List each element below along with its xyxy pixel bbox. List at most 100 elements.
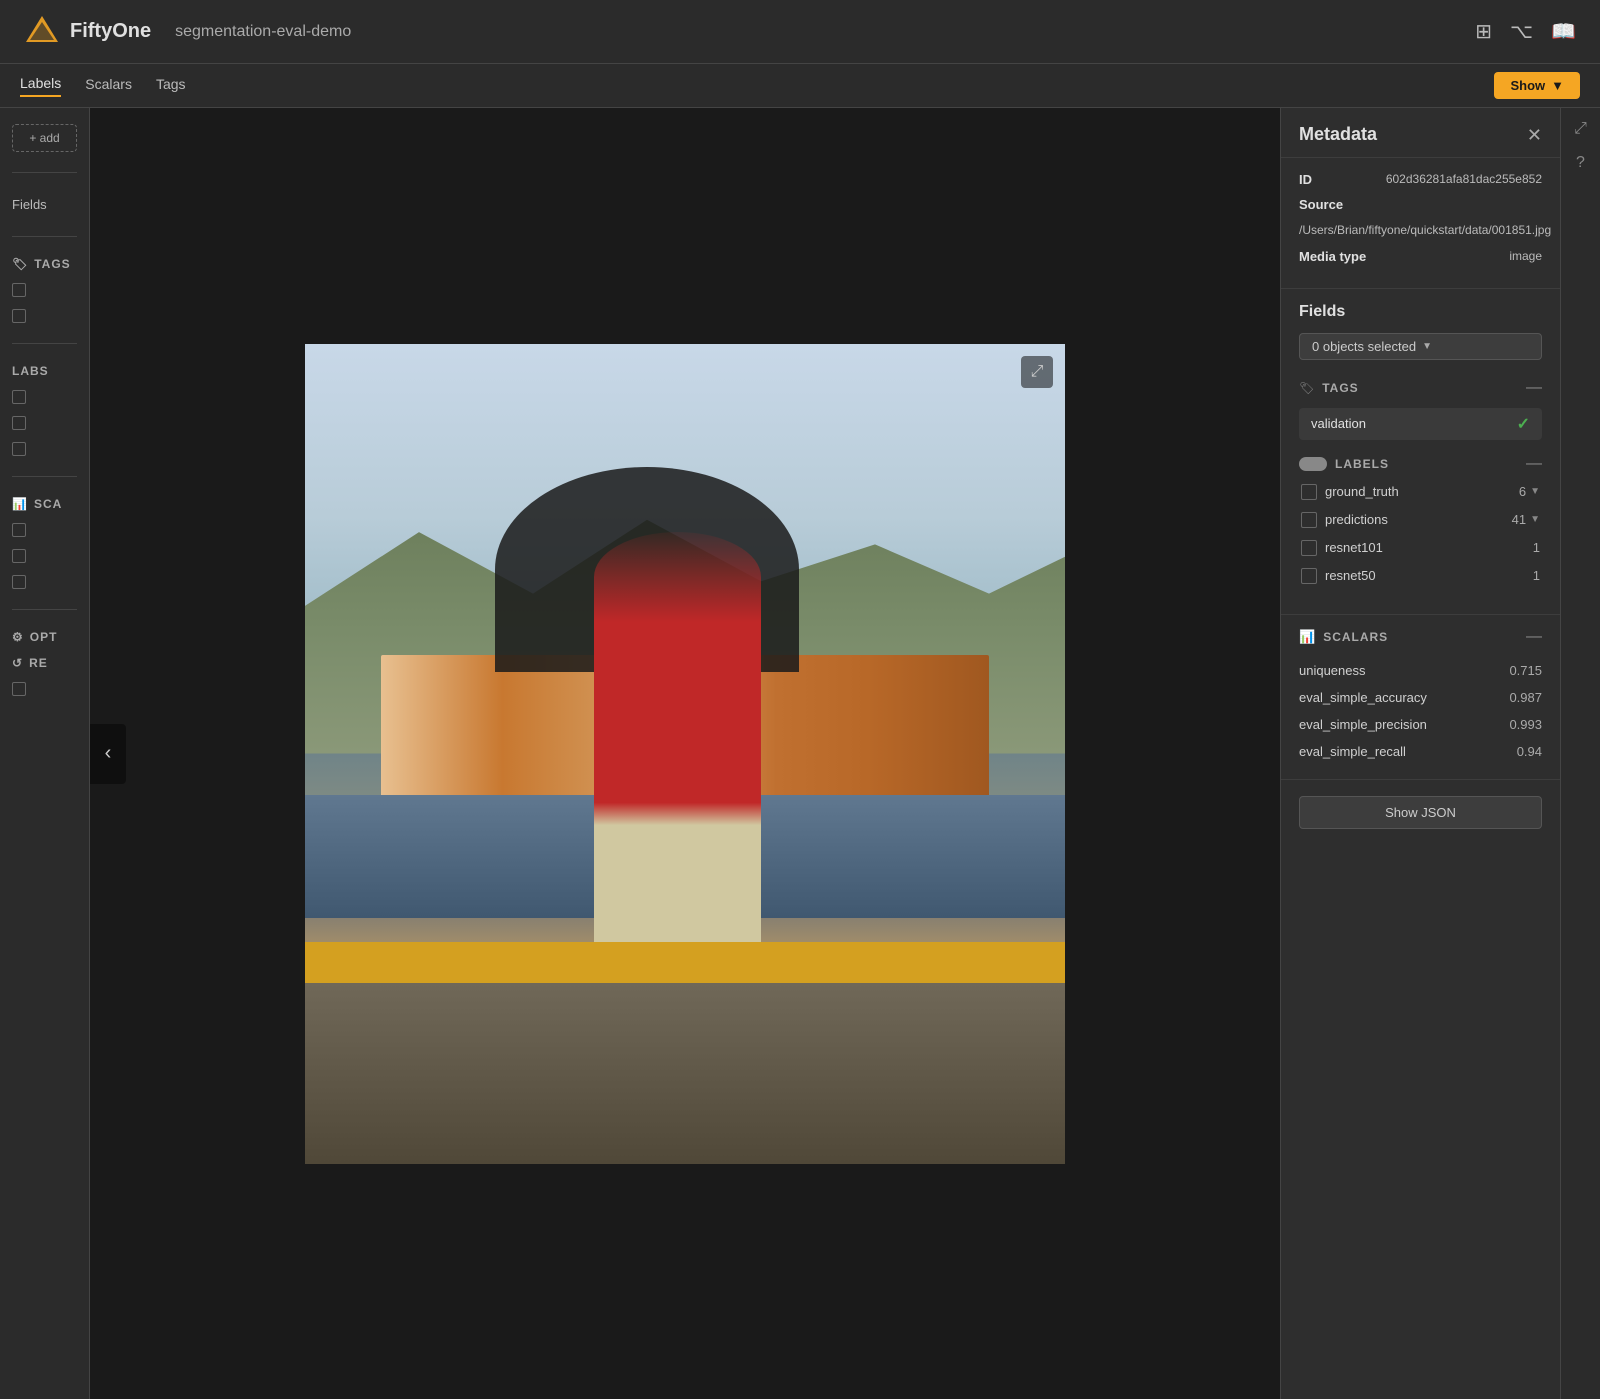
sidebar-checkbox-8[interactable] [12,575,26,589]
sidebar-checkbox-1[interactable] [12,283,26,297]
fields-title: Fields [1299,303,1542,321]
right-edge-help-icon[interactable]: ? [1576,154,1585,172]
sidebar-checkbox-3[interactable] [12,390,26,404]
label-name-resnet50: resnet50 [1325,568,1525,583]
label-row-ground-truth: ground_truth 6 ▼ [1299,478,1542,506]
metadata-panel: Metadata ✕ ID 602d36281afa81dac255e852 S… [1280,108,1560,1399]
main-image [305,344,1065,1164]
tag-validation: validation ✓ [1299,408,1542,440]
objects-selected-label: 0 objects selected [1312,339,1416,354]
sidebar-checkbox-4[interactable] [12,416,26,430]
image-ground [305,983,1065,1163]
sidebar-scalar-row-2 [12,549,77,563]
github-icon[interactable]: ⌥ [1510,19,1533,44]
label-count-arrow-1[interactable]: ▼ [1530,486,1540,497]
label-name-ground-truth: ground_truth [1325,484,1511,499]
prev-image-button[interactable]: ‹ [90,724,126,784]
sidebar-labels-header: LABS [12,364,77,378]
app-name: FiftyOne [70,20,151,43]
scalars-header-left: 📊 SCALARS [1299,629,1388,645]
label-count-ground-truth: 6 ▼ [1519,484,1540,499]
scalars-header: 📊 SCALARS — [1299,629,1542,645]
source-value: /Users/Brian/fiftyone/quickstart/data/00… [1299,222,1542,239]
label-name-resnet101: resnet101 [1325,540,1525,555]
objects-dropdown[interactable]: 0 objects selected ▼ [1299,333,1542,360]
add-filter-button[interactable]: + add [12,124,77,152]
logo-icon [24,14,60,50]
sidebar-checkbox-2[interactable] [12,309,26,323]
close-button[interactable]: ✕ [1527,126,1542,144]
sidebar-label-row-1 [12,390,77,404]
sidebar-divider-2 [12,236,77,237]
media-type-row: Media type image [1299,249,1542,264]
tags-collapse-icon[interactable]: — [1526,380,1542,396]
tabs-row: Labels Scalars Tags Show ▼ [0,64,1600,108]
sidebar-options-label: OPT [30,630,58,644]
tags-subsection: 🏷 TAGS — validation ✓ [1299,374,1542,440]
labels-subsection-header[interactable]: LABELS — [1299,450,1542,478]
grid-icon[interactable]: ⊞ [1475,19,1492,44]
labels-header-left: LABELS [1299,457,1389,471]
show-button-label: Show [1510,78,1545,93]
scalar-value-recall: 0.94 [1517,744,1542,759]
labels-subsection-title: LABELS [1335,457,1389,471]
show-button[interactable]: Show ▼ [1494,72,1580,99]
sidebar-checkbox-6[interactable] [12,523,26,537]
label-checkbox-resnet50[interactable] [1301,568,1317,584]
tags-subsection-title: TAGS [1322,381,1358,395]
book-icon[interactable]: 📖 [1551,19,1576,44]
expand-button[interactable]: ⤢ [1021,356,1053,388]
scalar-name-precision: eval_simple_precision [1299,717,1427,732]
label-checkbox-resnet101[interactable] [1301,540,1317,556]
media-type-label: Media type [1299,249,1366,264]
right-edge-expand-icon[interactable]: ⤢ [1574,120,1587,138]
label-row-predictions: predictions 41 ▼ [1299,506,1542,534]
sidebar-checkbox-7[interactable] [12,549,26,563]
scalar-name-uniqueness: uniqueness [1299,663,1366,678]
metadata-header: Metadata ✕ [1281,108,1560,158]
image-area: ⤢ ‹ [90,108,1280,1399]
label-checkbox-ground-truth[interactable] [1301,484,1317,500]
sidebar: + add Fields 🏷 TAGS LABS 📊 SCA [0,108,90,1399]
tags-subsection-header[interactable]: 🏷 TAGS — [1299,374,1542,402]
sidebar-label-row-3 [12,442,77,456]
source-row: Source [1299,197,1542,212]
sidebar-tags-header: 🏷 TAGS [12,257,77,271]
sidebar-divider-4 [12,476,77,477]
scalars-collapse-icon[interactable]: — [1526,629,1542,645]
media-type-value: image [1509,249,1542,263]
tab-tags[interactable]: Tags [156,76,186,96]
sidebar-divider-3 [12,343,77,344]
labels-collapse-icon[interactable]: — [1526,456,1542,472]
tag-check-icon: ✓ [1517,414,1530,434]
label-row-resnet101: resnet101 1 [1299,534,1542,562]
scalar-name-recall: eval_simple_recall [1299,744,1406,759]
topbar-icons: ⊞ ⌥ 📖 [1475,19,1576,44]
sidebar-fields-label: Fields [12,193,77,216]
sidebar-checkbox-5[interactable] [12,442,26,456]
labels-toggle-switch[interactable] [1299,457,1327,471]
right-edge-panel: ⤢ ? [1560,108,1600,1399]
image-fence [305,942,1065,983]
chevron-down-icon: ▼ [1422,341,1432,352]
sidebar-reset-header[interactable]: ↺ Re [12,656,77,670]
logo: FiftyOne [24,14,151,50]
label-count-resnet101: 1 [1533,540,1540,555]
tags-header-left: 🏷 TAGS [1299,381,1359,395]
label-count-arrow-2[interactable]: ▼ [1530,514,1540,525]
label-count-resnet50: 1 [1533,568,1540,583]
scalar-value-precision: 0.993 [1509,717,1542,732]
sidebar-checkbox-9[interactable] [12,682,26,696]
main-area: + add Fields 🏷 TAGS LABS 📊 SCA [0,108,1600,1399]
tab-labels[interactable]: Labels [20,75,61,97]
source-label: Source [1299,197,1343,212]
sidebar-options-header: ⚙ OPT [12,630,77,644]
tab-scalars[interactable]: Scalars [85,76,132,96]
show-json-button[interactable]: Show JSON [1299,796,1542,829]
scalar-row-recall: eval_simple_recall 0.94 [1299,738,1542,765]
sidebar-scalar-row-1 [12,523,77,537]
sidebar-divider-1 [12,172,77,173]
scalar-row-precision: eval_simple_precision 0.993 [1299,711,1542,738]
label-checkbox-predictions[interactable] [1301,512,1317,528]
tag-validation-text: validation [1311,416,1366,431]
